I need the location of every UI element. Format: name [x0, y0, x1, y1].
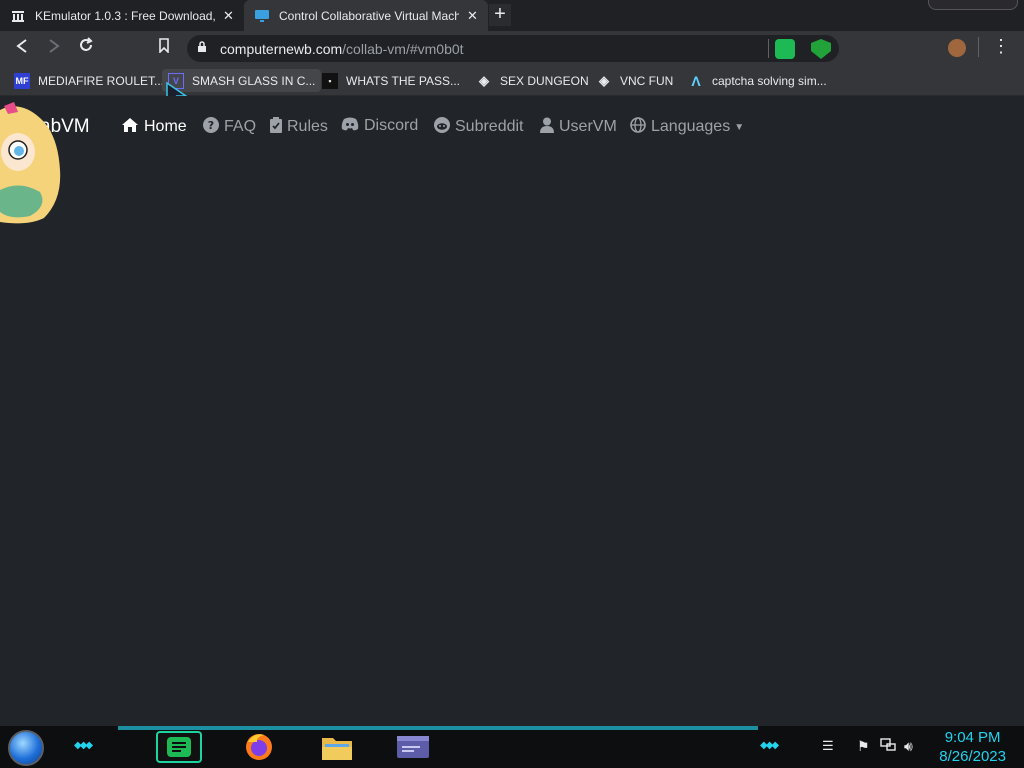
nav-uservm[interactable]: UserVM: [540, 117, 617, 137]
tab-title: Control Collaborative Virtual Mach: [279, 8, 459, 23]
svg-text:?: ?: [208, 119, 214, 132]
question-icon: ?: [203, 117, 219, 137]
system-clock[interactable]: 9:04 PM 8/26/2023: [939, 728, 1006, 766]
globe-icon: [630, 117, 646, 137]
mascot-character: [0, 100, 62, 226]
discord-icon: [341, 117, 359, 135]
nav-subreddit[interactable]: Subreddit: [434, 117, 524, 137]
user-icon: [540, 117, 554, 137]
menu-dots-icon[interactable]: ⋮: [992, 36, 1010, 57]
clipboard-check-icon: [270, 117, 282, 137]
nav-label: Discord: [364, 117, 419, 134]
lambda-icon: Λ: [691, 72, 701, 89]
nav-label: FAQ: [224, 118, 257, 135]
collabvm-page: abVM Home ? FAQ Rules Discord Subreddit …: [0, 96, 1024, 726]
flag-icon[interactable]: ⚑: [857, 738, 870, 755]
archive-icon: [10, 8, 26, 24]
terminal-icon: ▪: [322, 72, 338, 89]
bookmark-label: VNC FUN: [620, 73, 674, 88]
back-arrow-icon[interactable]: [11, 37, 33, 59]
bookmark-item[interactable]: Λ captcha solving sim...: [682, 69, 833, 92]
nav-faq[interactable]: ? FAQ: [203, 117, 256, 137]
clock-date: 8/26/2023: [939, 748, 1006, 765]
avatar[interactable]: [948, 39, 966, 57]
nav-label: Home: [144, 118, 187, 135]
decorative-chevrons: ◆◆◆: [74, 740, 93, 751]
window-controls[interactable]: [928, 0, 1018, 10]
tab-collabvm[interactable]: Control Collaborative Virtual Mach ✕: [244, 0, 488, 31]
divider: [768, 39, 769, 58]
reddit-icon: [434, 117, 450, 137]
bookmark-item[interactable]: MF MEDIAFIRE ROULET...: [8, 69, 170, 92]
caret-down-icon: ▼: [734, 121, 745, 133]
nav-label: Languages: [651, 118, 731, 135]
close-icon[interactable]: ✕: [223, 8, 234, 24]
file-explorer-icon[interactable]: [314, 731, 360, 763]
browser-toolbar: computernewb.com/collab-vm/#vm0b0t ⋮: [0, 31, 1024, 65]
bookmark-item[interactable]: ◈ SEX DUNGEON: [470, 69, 595, 92]
new-tab-button[interactable]: +: [489, 4, 511, 26]
bookmark-label: MEDIAFIRE ROULET...: [38, 73, 165, 88]
network-icon[interactable]: [880, 738, 896, 755]
tab-title: KEmulator 1.0.3 : Free Download, B: [35, 8, 215, 23]
reload-icon[interactable]: [75, 37, 97, 59]
nav-label: Rules: [287, 118, 328, 135]
taskbar-app-notes-icon[interactable]: [156, 731, 202, 763]
taskbar: ◆◆◆ ◆◆◆ ☰ ⚑ 🔊︎ 9:04 PM 8/26/2023: [0, 726, 1024, 768]
nav-label: Subreddit: [455, 118, 524, 135]
bookmark-item[interactable]: ◈ VNC FUN: [590, 69, 679, 92]
bookmark-icon[interactable]: [153, 37, 175, 59]
address-bar[interactable]: computernewb.com/collab-vm/#vm0b0t: [187, 35, 839, 62]
nav-home[interactable]: Home: [121, 117, 187, 137]
monitor-icon: [254, 8, 270, 24]
bookmark-label: captcha solving sim...: [712, 73, 827, 88]
bookmarks-bar: MF MEDIAFIRE ROULET... V SMASH GLASS IN …: [0, 65, 1024, 108]
tab-strip: KEmulator 1.0.3 : Free Download, B ✕ Con…: [0, 0, 1024, 31]
nav-label: UserVM: [559, 118, 617, 135]
tab-kemulator[interactable]: KEmulator 1.0.3 : Free Download, B ✕: [0, 0, 244, 31]
extension-green-chat-icon[interactable]: [775, 39, 795, 59]
divider: [978, 37, 979, 57]
home-icon: [121, 117, 139, 137]
forward-arrow-icon[interactable]: [43, 37, 65, 59]
url-path: /collab-vm/#vm0b0t: [342, 41, 464, 57]
bookmark-label: SEX DUNGEON: [500, 73, 589, 88]
taskbar-accent-band: [118, 726, 758, 730]
mf-icon: MF: [14, 72, 30, 89]
nav-discord[interactable]: Discord: [341, 117, 418, 135]
volume-icon[interactable]: 🔊︎: [904, 738, 913, 755]
url-host: computernewb.com: [220, 41, 343, 57]
lock-icon: [197, 40, 207, 56]
shield-extension-icon[interactable]: [811, 39, 831, 59]
bookmark-item[interactable]: ▪ WHATS THE PASS...: [316, 69, 466, 92]
close-icon[interactable]: ✕: [467, 8, 478, 24]
taskbar-window-icon[interactable]: [390, 731, 436, 763]
tray-lines-icon[interactable]: ☰: [822, 738, 834, 754]
bookmark-label: WHATS THE PASS...: [346, 73, 461, 88]
decorative-chevrons: ◆◆◆: [760, 740, 779, 751]
nav-rules[interactable]: Rules: [270, 117, 328, 137]
nav-languages[interactable]: Languages ▼: [630, 117, 744, 137]
vnc-icon: ◈: [479, 72, 489, 88]
url-text: computernewb.com/collab-vm/#vm0b0t: [220, 41, 464, 57]
bookmark-label: SMASH GLASS IN C...: [192, 73, 316, 88]
start-orb-icon[interactable]: [8, 730, 44, 766]
firefox-icon[interactable]: [236, 731, 282, 763]
clock-time: 9:04 PM: [944, 729, 1001, 746]
vnc-icon: ◈: [599, 72, 609, 88]
